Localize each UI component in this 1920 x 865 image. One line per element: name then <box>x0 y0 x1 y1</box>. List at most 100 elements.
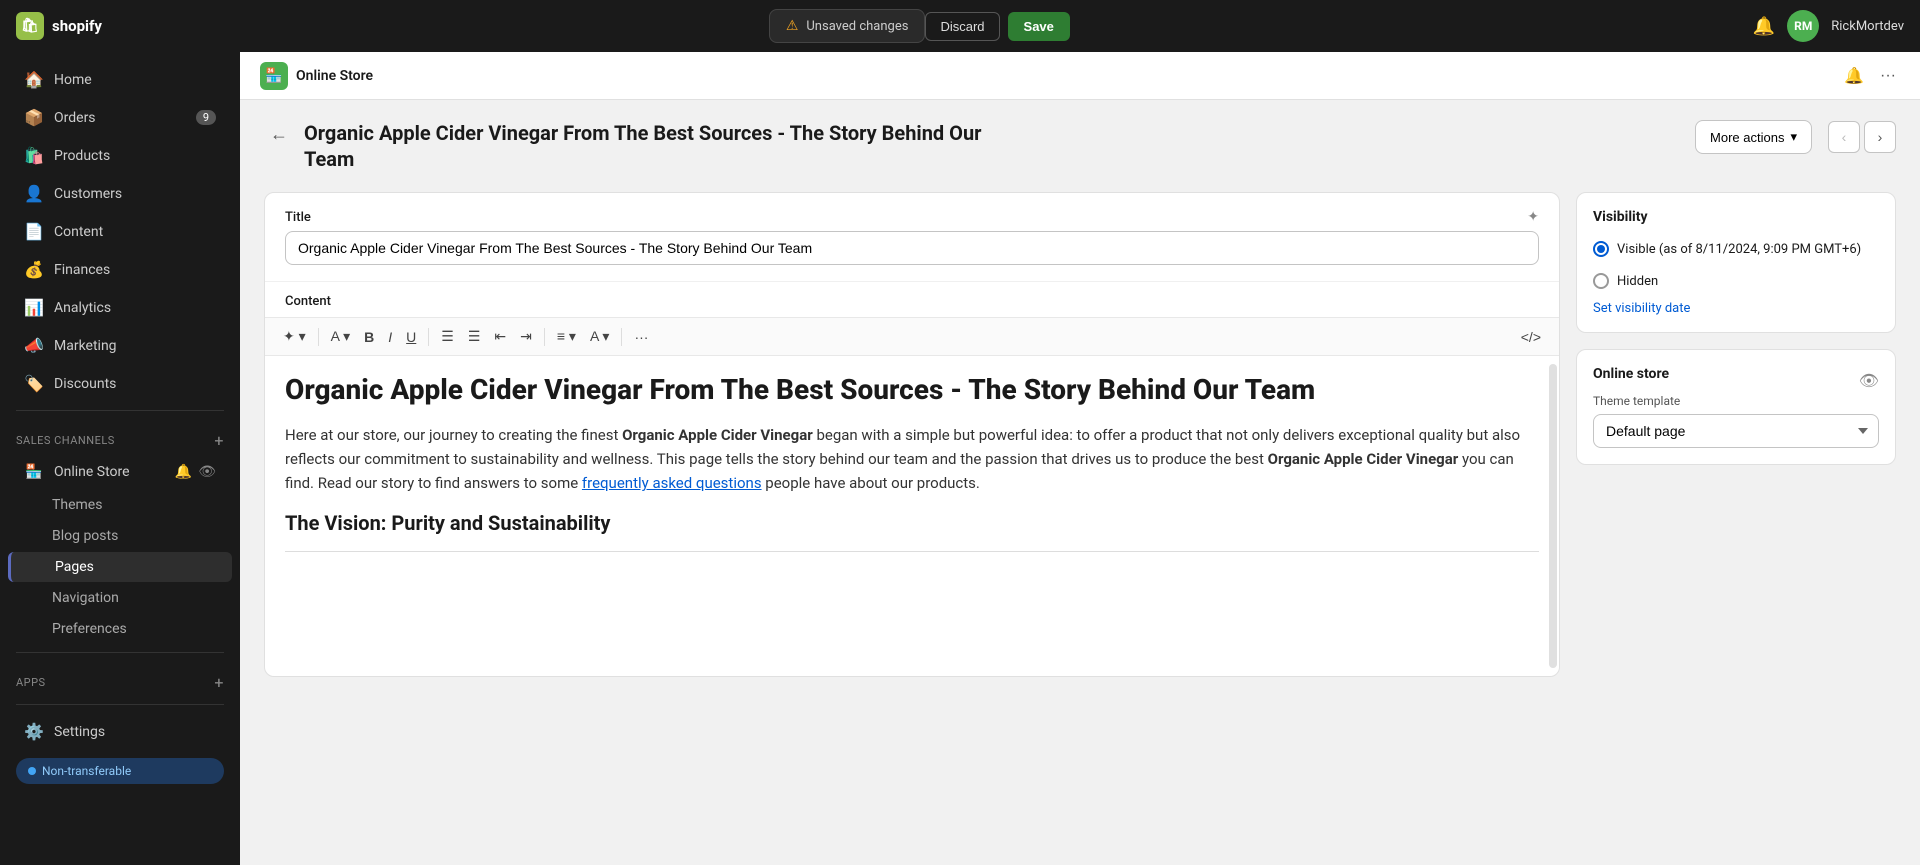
secondary-nav-icon: 🏪 <box>260 62 288 90</box>
non-transferable-dot <box>28 767 36 775</box>
sidebar-item-finances[interactable]: 💰 Finances <box>8 251 232 288</box>
bell-small-icon[interactable]: 🔔 <box>175 464 192 480</box>
toolbar-bold-button[interactable]: B <box>358 325 380 349</box>
sidebar-sub-item-navigation[interactable]: Navigation <box>8 583 232 613</box>
toolbar-sep-1 <box>318 328 319 346</box>
toolbar-indent-button[interactable]: ⇥ <box>514 324 538 349</box>
editor-p1-link[interactable]: frequently asked questions <box>582 474 762 492</box>
orders-badge: 9 <box>196 110 216 125</box>
sales-channels-label: Sales channels + <box>0 419 240 454</box>
topbar-actions: Discard Save <box>925 12 1069 41</box>
sidebar-item-label: Analytics <box>54 300 111 316</box>
toolbar-unordered-list-button[interactable]: ☰ <box>435 324 460 349</box>
sidebar-item-orders[interactable]: 📦 Orders 9 <box>8 99 232 136</box>
editor-toolbar: ✦ ▾ A ▾ B I U ☰ ☰ ⇤ ⇥ ≡ ▾ A ▾ <box>265 317 1559 356</box>
discard-button[interactable]: Discard <box>925 12 999 41</box>
prev-page-button[interactable]: ‹ <box>1828 121 1860 153</box>
title-field-label: Title ✦ <box>285 209 1539 225</box>
online-store-eye-icon[interactable]: 👁 <box>1859 371 1879 390</box>
visibility-hidden-option[interactable]: Hidden <box>1593 269 1879 293</box>
sidebar-sub-item-pages[interactable]: Pages <box>8 552 232 582</box>
content-icon: 📄 <box>24 222 44 241</box>
sidebar-divider <box>16 410 224 411</box>
sidebar-item-settings[interactable]: ⚙️ Settings <box>8 713 232 750</box>
visibility-card-title: Visibility <box>1593 209 1879 225</box>
title-section: Title ✦ <box>265 193 1559 281</box>
toolbar-italic-button[interactable]: I <box>382 325 398 349</box>
sidebar-item-label: Marketing <box>54 338 117 354</box>
apps-label: Apps + <box>0 661 240 696</box>
avatar-initials: RM <box>1794 19 1812 33</box>
eye-small-icon[interactable]: 👁 <box>198 464 216 480</box>
sidebar-sub-item-themes[interactable]: Themes <box>8 490 232 520</box>
right-panel: 🏪 Online Store 🔔 ··· ← Organic Apple Cid… <box>240 52 1920 865</box>
online-store-label: Online Store <box>54 464 130 480</box>
editor-p1-bold: Organic Apple Cider Vinegar <box>622 426 813 444</box>
pages-label: Pages <box>55 559 94 575</box>
sidebar-item-label: Orders <box>54 110 96 126</box>
sidebar-item-discounts[interactable]: 🏷️ Discounts <box>8 365 232 402</box>
theme-template-select[interactable]: Default page Custom page Contact <box>1593 414 1879 448</box>
toolbar-text-color-button[interactable]: A ▾ <box>584 324 615 349</box>
avatar[interactable]: RM <box>1787 10 1819 42</box>
editor-area[interactable]: Organic Apple Cider Vinegar From The Bes… <box>265 356 1559 676</box>
content-label: Content <box>265 281 1559 317</box>
sidebar-item-products[interactable]: 🛍️ Products <box>8 137 232 174</box>
title-field-icon[interactable]: ✦ <box>1527 209 1539 225</box>
sidebar-sub-item-preferences[interactable]: Preferences <box>8 614 232 644</box>
toolbar-outdent-button[interactable]: ⇤ <box>488 324 512 349</box>
preferences-label: Preferences <box>52 621 127 637</box>
customers-icon: 👤 <box>24 184 44 203</box>
apps-expand-icon[interactable]: + <box>214 673 224 692</box>
notifications-icon[interactable]: 🔔 <box>1753 16 1775 37</box>
save-button[interactable]: Save <box>1008 12 1070 41</box>
title-input[interactable] <box>285 231 1539 265</box>
toolbar-ai-button[interactable]: ✦ ▾ <box>277 324 312 349</box>
sidebar-divider-3 <box>16 704 224 705</box>
sidebar-item-marketing[interactable]: 📣 Marketing <box>8 327 232 364</box>
sidebar-item-content[interactable]: 📄 Content <box>8 213 232 250</box>
shopify-bag-icon: 🛍 <box>16 12 44 40</box>
visibility-visible-label: Visible (as of 8/11/2024, 9:09 PM GMT+6) <box>1617 242 1861 257</box>
next-page-button[interactable]: › <box>1864 121 1896 153</box>
secondary-nav-title: Online Store <box>296 68 373 84</box>
sidebar-item-customers[interactable]: 👤 Customers <box>8 175 232 212</box>
sidebar-item-home[interactable]: 🏠 Home <box>8 61 232 98</box>
more-actions-button[interactable]: More actions ▾ <box>1695 120 1812 154</box>
non-transferable-pill[interactable]: Non-transferable <box>16 758 224 784</box>
secondary-nav-actions: 🔔 ··· <box>1840 62 1900 90</box>
online-store-card-title: Online store <box>1593 366 1669 382</box>
toolbar-ordered-list-button[interactable]: ☰ <box>462 324 487 349</box>
sidebar-item-online-store[interactable]: 🏪 Online Store 🔔 👁 <box>8 455 232 489</box>
marketing-icon: 📣 <box>24 336 44 355</box>
toolbar-more-button[interactable]: ··· <box>628 325 654 349</box>
logo[interactable]: 🛍 shopify <box>16 12 102 40</box>
toolbar-source-button[interactable]: </> <box>1515 325 1547 349</box>
toolbar-underline-button[interactable]: U <box>400 325 422 349</box>
right-panel-cards: Visibility Visible (as of 8/11/2024, 9:0… <box>1576 192 1896 677</box>
editor-paragraph-1: Here at our store, our journey to creati… <box>285 423 1539 495</box>
editor-heading: Organic Apple Cider Vinegar From The Bes… <box>285 372 1539 407</box>
editor-heading-2: The Vision: Purity and Sustainability <box>285 507 1539 539</box>
page-title-area: ← Organic Apple Cider Vinegar From The B… <box>264 120 1004 172</box>
sidebar-sub-item-blog-posts[interactable]: Blog posts <box>8 521 232 551</box>
sidebar-item-label: Discounts <box>54 376 116 392</box>
toolbar-font-button[interactable]: A ▾ <box>325 324 356 349</box>
sidebar-item-analytics[interactable]: 📊 Analytics <box>8 289 232 326</box>
sales-channels-expand-icon[interactable]: + <box>214 431 224 450</box>
sidebar-item-label: Customers <box>54 186 122 202</box>
back-button[interactable]: ← <box>264 122 294 147</box>
blog-posts-label: Blog posts <box>52 528 118 544</box>
visibility-card: Visibility Visible (as of 8/11/2024, 9:0… <box>1576 192 1896 333</box>
secondary-nav-more-button[interactable]: ··· <box>1876 62 1900 90</box>
toolbar-align-button[interactable]: ≡ ▾ <box>551 324 582 349</box>
page-header-right: More actions ▾ ‹ › <box>1695 120 1896 154</box>
sidebar: 🏠 Home 📦 Orders 9 🛍️ Products 👤 Customer… <box>0 52 240 865</box>
sidebar-divider-2 <box>16 652 224 653</box>
content-grid: Title ✦ Content ✦ ▾ A ▾ B <box>264 192 1896 677</box>
toolbar-sep-2 <box>428 328 429 346</box>
visibility-visible-option[interactable]: Visible (as of 8/11/2024, 9:09 PM GMT+6) <box>1593 237 1879 261</box>
set-visibility-date-link[interactable]: Set visibility date <box>1593 301 1879 316</box>
themes-label: Themes <box>52 497 102 513</box>
secondary-nav-bell-button[interactable]: 🔔 <box>1840 62 1868 90</box>
